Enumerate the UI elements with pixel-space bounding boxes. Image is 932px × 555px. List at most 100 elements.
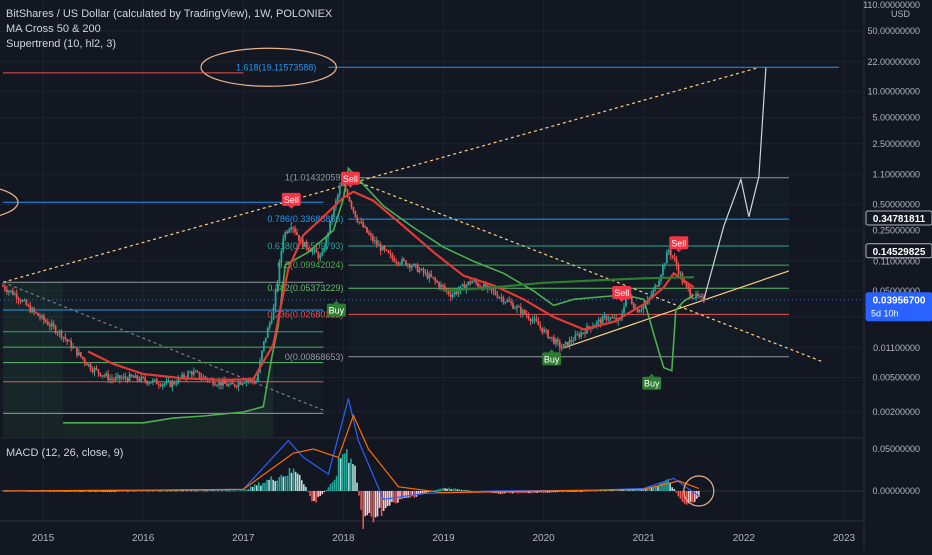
candle-body [535, 318, 538, 322]
candle-body [313, 249, 316, 251]
candle-body [4, 286, 6, 290]
time-axis-label: 2019 [432, 533, 455, 544]
candle-body [405, 260, 407, 266]
candle-body [418, 269, 421, 273]
candle-body [512, 303, 514, 309]
macd-histogram-bar [135, 490, 137, 492]
price-axis-label: 0.00200000 [872, 407, 920, 417]
candle-body [375, 240, 378, 245]
candle-body [173, 381, 176, 384]
candle-body [412, 263, 415, 267]
candle-body [151, 380, 154, 383]
macd-histogram-bar [585, 490, 588, 492]
candle-body [508, 300, 511, 302]
candle-body [543, 329, 546, 333]
macd-histogram-bar [378, 491, 381, 508]
candle-body [83, 358, 86, 363]
candle-body [479, 286, 481, 288]
candle-body [451, 294, 454, 298]
macd-histogram-bar [258, 482, 260, 491]
candle-body [551, 336, 553, 338]
time-axis-label: 2017 [232, 533, 255, 544]
candle-body [424, 272, 427, 274]
indicator-macd[interactable]: MACD (12, 26, close, 9) [6, 447, 123, 459]
macd-histogram-bar [659, 483, 661, 491]
candle-body [420, 268, 423, 270]
candle-body [477, 282, 479, 287]
candle-body [416, 264, 419, 273]
chart-canvas[interactable]: 1(0.06303456)0.786(0.03015068)0.618(0.01… [0, 0, 932, 550]
macd-histogram-bar [407, 491, 410, 498]
candle-body [529, 318, 532, 322]
candle-body [41, 315, 43, 318]
macd-histogram-bar [317, 491, 319, 497]
candle-body [373, 240, 376, 242]
macd-histogram-bar [368, 491, 371, 514]
candle-body [578, 334, 581, 337]
macd-histogram-bar [276, 480, 279, 491]
macd-histogram-bar [202, 490, 205, 492]
candle-body [216, 385, 219, 387]
candle-body [319, 255, 322, 259]
macd-histogram-bar [153, 490, 156, 492]
macd-histogram-bar [350, 458, 352, 491]
candle-body [494, 291, 497, 295]
candle-body [663, 263, 666, 266]
macd-histogram-bar [260, 485, 262, 491]
chart-stage: 1(0.06303456)0.786(0.03015068)0.618(0.01… [0, 0, 932, 550]
candle-body [253, 380, 256, 383]
candle-body [128, 374, 131, 381]
candle-body [467, 281, 470, 285]
macd-histogram-bar [444, 488, 446, 491]
macd-histogram-bar [382, 491, 385, 511]
macd-histogram-bar [180, 490, 182, 492]
candle-body [138, 379, 141, 381]
indicator-supertrend[interactable]: Supertrend (10, hl2, 3) [6, 38, 116, 50]
candle-body [118, 375, 121, 379]
candle-body [609, 317, 612, 320]
candle-body [444, 286, 446, 290]
price-axis-label: 0.25000000 [872, 225, 920, 235]
macd-histogram-bar [92, 491, 94, 492]
candle-body [235, 386, 238, 388]
candle-body [687, 285, 690, 289]
axis-unit: USD [891, 9, 911, 19]
candle-body [148, 382, 150, 384]
macd-histogram-bar [591, 490, 594, 492]
macd-histogram-bar [438, 488, 440, 491]
macd-histogram-bar [440, 488, 442, 491]
candle-body [292, 227, 294, 229]
indicator-ma-cross[interactable]: MA Cross 50 & 200 [6, 23, 101, 35]
candle-body [516, 306, 518, 309]
macd-histogram-bar [120, 490, 123, 492]
macd-histogram-bar [225, 490, 227, 492]
candle-body [58, 330, 61, 333]
candle-body [640, 309, 643, 311]
candle-body [517, 306, 520, 308]
candle-body [352, 207, 355, 211]
candle-body [202, 376, 205, 378]
candle-body [101, 375, 104, 377]
macd-histogram-bar [94, 491, 96, 492]
macd-histogram-bar [292, 468, 295, 491]
candle-body [537, 321, 540, 326]
candle-body [693, 297, 695, 299]
candle-body [113, 379, 115, 381]
candle-body [122, 376, 125, 378]
macd-histogram-bar [307, 491, 309, 492]
candle-body [554, 339, 557, 344]
candle-body [190, 372, 193, 375]
signal-label: Buy [544, 354, 560, 364]
candle-body [303, 241, 306, 248]
candle-body [553, 337, 555, 344]
candle-body [510, 301, 512, 304]
macd-histogram-bar [446, 488, 448, 491]
candle-body [531, 319, 534, 322]
candle-body [42, 315, 45, 321]
candle-body [46, 321, 49, 325]
macd-histogram-bar [251, 486, 254, 491]
candle-body [19, 300, 22, 302]
macd-histogram-bar [401, 491, 403, 500]
candle-body [348, 197, 351, 202]
candle-body [329, 220, 331, 233]
